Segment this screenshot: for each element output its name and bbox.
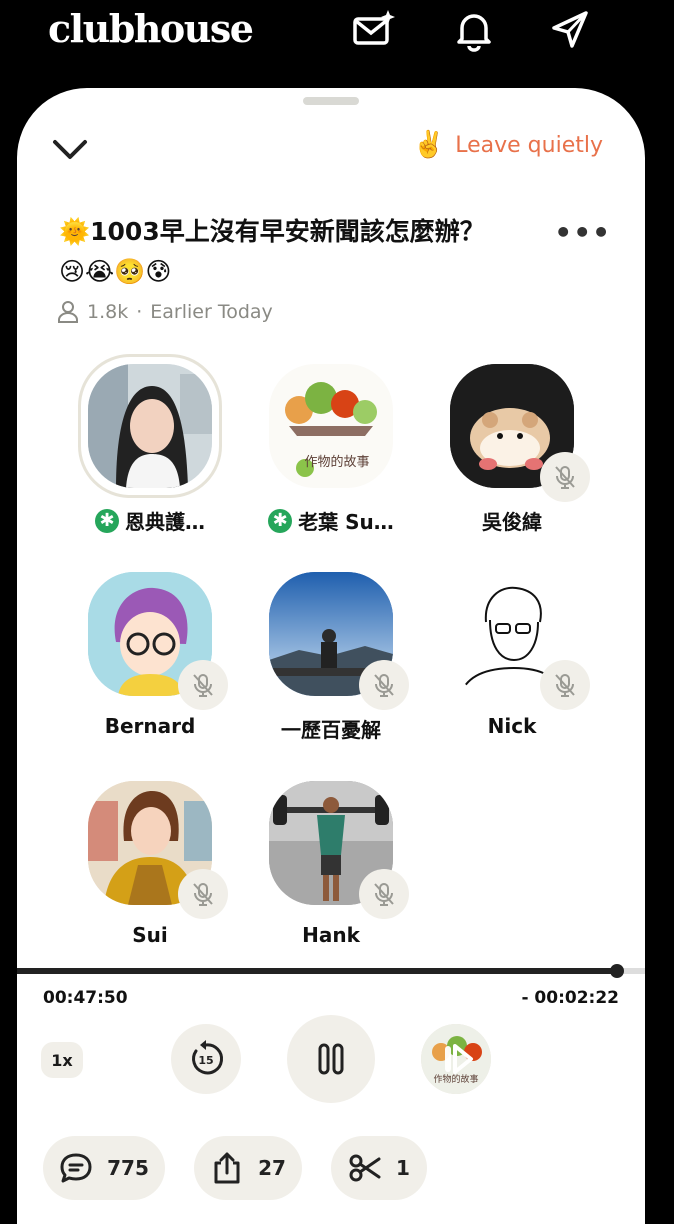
bell-icon[interactable] — [452, 8, 496, 52]
room-title-line1: 🌞1003早上沒有早安新聞該怎麼辦？ — [59, 217, 485, 246]
room-title-line2: 😢😭🥺😰 — [59, 257, 172, 286]
remaining-time: - 00:02:22 — [521, 988, 619, 1008]
top-bar: clubhouse — [0, 0, 674, 90]
speaking-ring — [78, 354, 222, 498]
next-room-button[interactable]: 作物的故事 — [421, 1024, 491, 1094]
speaker-tile[interactable]: Bernard — [60, 572, 240, 738]
share-icon — [214, 1152, 240, 1184]
avatar: 作物的故事 — [269, 364, 393, 488]
speaker-name: Nick — [487, 714, 537, 738]
share-button[interactable]: 27 — [194, 1136, 302, 1200]
speaker-name: 老葉 Su… — [298, 510, 394, 534]
muted-mic-icon — [359, 869, 409, 919]
muted-mic-icon — [178, 660, 228, 710]
speaker-name: Bernard — [104, 714, 196, 738]
comments-button[interactable]: 775 — [43, 1136, 165, 1200]
speaker-name: Sui — [132, 923, 168, 947]
room-sheet: ✌️ Leave quietly 🌞1003早上沒有早安新聞該怎麼辦？ 😢😭🥺😰… — [17, 88, 645, 1224]
progress-knob[interactable] — [609, 964, 624, 978]
speaker-tile[interactable]: Hank — [241, 781, 421, 947]
speaker-name: 一歷百憂解 — [281, 718, 381, 742]
clip-button[interactable]: 1 — [331, 1136, 427, 1200]
send-icon[interactable] — [548, 8, 592, 52]
muted-mic-icon — [359, 660, 409, 710]
speaker-name: 恩典護… — [125, 510, 205, 534]
scissors-icon — [349, 1154, 381, 1182]
drag-handle[interactable] — [303, 97, 359, 105]
pause-icon — [318, 1043, 344, 1075]
victory-hand-icon: ✌️ — [412, 130, 446, 160]
comments-count: 775 — [107, 1156, 149, 1180]
leave-quietly-button[interactable]: ✌️ Leave quietly — [413, 130, 603, 160]
rewind-icon: 15 — [192, 1040, 224, 1075]
speaker-tile[interactable]: Nick — [422, 572, 602, 738]
rewind-15-button[interactable]: 15 — [171, 1024, 241, 1094]
moderator-badge-icon: ✱ — [95, 508, 119, 533]
speaker-tile[interactable]: 吳俊緯 — [422, 364, 602, 535]
progress-fill — [17, 968, 617, 974]
speaker-tile[interactable]: ✱ 恩典護… — [60, 354, 240, 535]
clubhouse-logo: clubhouse — [48, 6, 254, 51]
muted-mic-icon — [540, 452, 590, 502]
room-time: Earlier Today — [150, 301, 273, 323]
muted-mic-icon — [540, 660, 590, 710]
listener-count: 1.8k — [87, 301, 129, 323]
meta-separator: · — [136, 301, 143, 323]
speaker-tile[interactable]: 一歷百憂解 — [241, 572, 421, 743]
shares-count: 27 — [258, 1156, 286, 1180]
next-room-thumb-text: 作物的故事 — [433, 1073, 478, 1085]
playback-speed-button[interactable]: 1x — [41, 1042, 83, 1078]
moderator-badge-icon: ✱ — [268, 508, 293, 533]
room-title: 🌞1003早上沒有早安新聞該怎麼辦？ 😢😭🥺😰 — [59, 212, 559, 292]
speaker-name: 吳俊緯 — [482, 510, 542, 534]
clips-count: 1 — [396, 1156, 410, 1180]
person-icon — [58, 301, 78, 323]
avatar-logo-text: 作物的故事 — [304, 454, 369, 470]
pause-button[interactable] — [287, 1015, 375, 1103]
elapsed-time: 00:47:50 — [43, 988, 128, 1008]
chat-bubble-icon — [60, 1153, 92, 1183]
rewind-seconds-label: 15 — [198, 1054, 213, 1067]
speaker-name: Hank — [302, 923, 360, 947]
next-room-thumbnail: 作物的故事 — [421, 1024, 491, 1094]
room-meta: 1.8k · Earlier Today — [57, 300, 273, 324]
new-message-icon[interactable] — [352, 8, 396, 52]
playback-progress-bar[interactable] — [17, 964, 645, 978]
speaker-tile[interactable]: Sui — [60, 781, 240, 947]
muted-mic-icon — [178, 869, 228, 919]
more-options-icon[interactable]: ••• — [554, 216, 611, 249]
leave-quietly-label: Leave quietly — [455, 132, 603, 158]
speaker-tile[interactable]: 作物的故事 ✱ 老葉 Su… — [241, 364, 421, 535]
chevron-down-icon[interactable] — [51, 134, 89, 166]
